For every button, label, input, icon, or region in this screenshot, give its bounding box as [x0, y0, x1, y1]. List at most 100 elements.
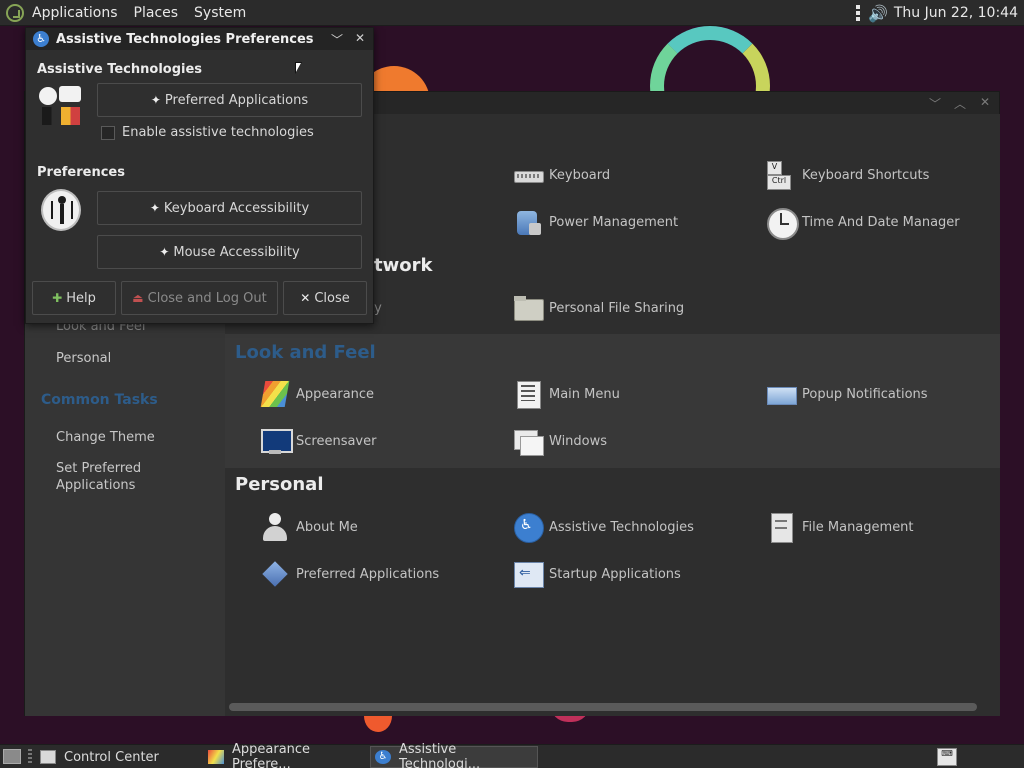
notification-icon — [766, 379, 797, 409]
task-assistive-technologies[interactable]: ♿ Assistive Technologi... — [370, 742, 538, 768]
item-windows[interactable]: Windows — [513, 425, 607, 457]
section-preferences: Preferences — [37, 165, 125, 180]
item-keyboard-shortcuts[interactable]: Keyboard Shortcuts — [766, 159, 929, 191]
task-set-preferred-applications[interactable]: Set Preferred Applications — [56, 460, 176, 494]
item-assistive-technologies[interactable]: Assistive Technologies — [513, 511, 694, 543]
section-assistive-technologies: Assistive Technologies — [37, 62, 203, 77]
dialog-title: Assistive Technologies Preferences — [56, 31, 314, 47]
minimize-icon[interactable]: ﹀ — [331, 31, 343, 48]
task-label: Appearance Prefere... — [232, 742, 311, 768]
task-appearance-preferences[interactable]: Appearance Prefere... — [204, 742, 368, 768]
common-tasks-heading: Common Tasks — [41, 392, 158, 408]
item-label: Appearance — [296, 386, 375, 402]
appearance-icon — [260, 379, 290, 409]
heading-network-partial: twork — [374, 255, 433, 276]
network-tray-icon[interactable] — [855, 5, 862, 21]
item-preferred-applications[interactable]: Preferred Applications — [260, 558, 439, 590]
startup-icon — [513, 559, 544, 589]
sidebar-item-personal[interactable]: Personal — [56, 350, 111, 367]
task-label: Control Center — [64, 749, 159, 765]
task-control-center[interactable]: Control Center — [36, 746, 204, 768]
mouse-accessibility-button[interactable]: ✦ Mouse Accessibility — [97, 235, 362, 269]
assistive-technologies-dialog: ♿ Assistive Technologies Preferences ﹀ ✕… — [25, 27, 374, 324]
close-icon[interactable]: ✕ — [980, 95, 990, 109]
item-startup-applications[interactable]: Startup Applications — [513, 558, 681, 590]
file-management-icon — [766, 512, 796, 543]
folder-share-icon — [513, 293, 544, 323]
item-label: Startup Applications — [549, 566, 681, 582]
about-me-icon — [260, 512, 290, 542]
dialog-titlebar[interactable]: ♿ Assistive Technologies Preferences ﹀ ✕ — [26, 28, 373, 50]
help-icon: ✚ — [52, 291, 63, 305]
item-popup-notifications[interactable]: Popup Notifications — [766, 378, 928, 410]
item-label: Power Management — [549, 214, 679, 230]
logout-icon: ⏏ — [132, 291, 144, 305]
clock[interactable]: Thu Jun 22, 10:44 — [894, 5, 1024, 21]
item-label: Time And Date Manager — [802, 214, 960, 230]
control-center-icon — [40, 750, 56, 764]
windows-icon — [513, 426, 544, 456]
heading-personal: Personal — [235, 474, 324, 495]
screensaver-icon — [260, 426, 293, 456]
sparkle-icon: ✦ — [159, 245, 170, 259]
applications-menu[interactable]: Applications — [0, 0, 126, 26]
minimize-icon[interactable]: ﹀ — [929, 95, 941, 112]
maximize-icon[interactable]: ︿ — [954, 95, 966, 112]
button-label: Keyboard Accessibility — [163, 200, 310, 216]
keyboard-accessibility-button[interactable]: ✦ Keyboard Accessibility — [97, 191, 362, 225]
item-power-management[interactable]: Power Management — [513, 206, 678, 238]
close-and-log-out-button[interactable]: ⏏ Close and Log Out — [121, 281, 278, 315]
appearance-icon — [208, 750, 224, 764]
item-label: About Me — [296, 519, 358, 535]
taskbar-separator — [28, 749, 32, 765]
sparkle-icon: ✦ — [149, 201, 160, 215]
task-change-theme[interactable]: Change Theme — [56, 429, 155, 446]
show-desktop-icon[interactable] — [3, 749, 21, 764]
volume-icon[interactable]: 🔊 — [868, 4, 888, 23]
close-button[interactable]: ✕ Close — [283, 281, 367, 315]
preferred-apps-icon — [260, 559, 290, 589]
heading-look-and-feel: Look and Feel — [235, 342, 376, 363]
mouse-pointer-icon — [295, 62, 302, 74]
item-label: Screensaver — [296, 433, 377, 449]
accessibility-icon: ♿ — [375, 750, 391, 764]
button-label: Preferred Applications — [164, 92, 309, 108]
preferred-applications-button[interactable]: ✦ Preferred Applications — [97, 83, 362, 117]
item-main-menu[interactable]: Main Menu — [513, 378, 620, 410]
item-label: Keyboard — [549, 167, 611, 183]
keyboard-shortcuts-icon — [766, 160, 796, 190]
button-label: Mouse Accessibility — [173, 244, 300, 260]
close-icon: ✕ — [300, 291, 311, 305]
sparkle-icon: ✦ — [150, 93, 161, 107]
checkbox-box[interactable] — [101, 125, 115, 140]
item-label: File Management — [802, 519, 914, 535]
item-about-me[interactable]: About Me — [260, 511, 358, 543]
main-menu-icon — [513, 379, 543, 409]
clock-icon — [766, 207, 799, 240]
button-label: Close — [314, 290, 350, 306]
horizontal-scrollbar[interactable] — [229, 703, 977, 711]
item-keyboard[interactable]: Keyboard — [513, 159, 610, 191]
button-label: Help — [66, 290, 96, 306]
top-panel: Applications Places System 🔊 Thu Jun 22,… — [0, 0, 1024, 26]
task-label: Assistive Technologi... — [399, 742, 481, 768]
button-label: Close and Log Out — [147, 290, 267, 306]
item-file-management[interactable]: File Management — [766, 511, 914, 543]
accessibility-icon — [513, 512, 544, 543]
item-time-and-date[interactable]: Time And Date Manager — [766, 206, 960, 240]
item-screensaver[interactable]: Screensaver — [260, 425, 376, 457]
item-personal-file-sharing[interactable]: Personal File Sharing — [513, 292, 684, 324]
keyboard-layout-icon[interactable]: ⌨ — [937, 748, 957, 766]
mate-logo-icon — [6, 3, 24, 22]
help-button[interactable]: ✚ Help — [32, 281, 116, 315]
item-label: Personal File Sharing — [549, 300, 685, 316]
applications-menu-label: Applications — [32, 4, 118, 21]
system-menu[interactable]: System — [186, 0, 254, 26]
close-icon[interactable]: ✕ — [355, 31, 365, 45]
enable-assistive-technologies-checkbox[interactable]: Enable assistive technologies — [101, 125, 314, 140]
item-appearance[interactable]: Appearance — [260, 378, 374, 410]
item-label: Keyboard Shortcuts — [802, 167, 930, 183]
keyboard-icon — [513, 160, 544, 190]
assistive-technologies-image — [38, 84, 82, 128]
places-menu[interactable]: Places — [126, 0, 187, 26]
